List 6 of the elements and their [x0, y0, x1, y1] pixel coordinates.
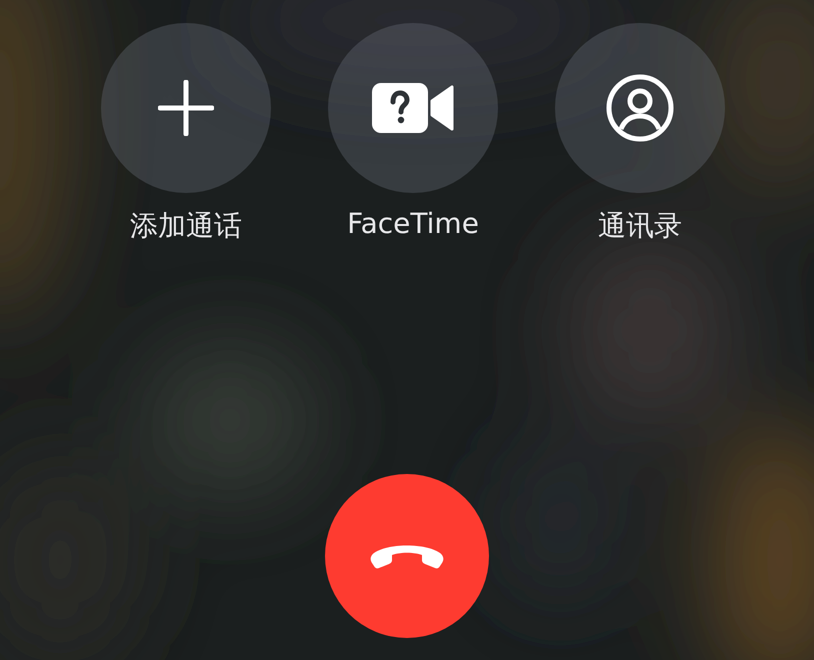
- button-label: 通讯录: [598, 208, 682, 244]
- person-circle-icon: [606, 74, 674, 142]
- button-label: 添加通话: [130, 208, 242, 244]
- video-camera-icon: [372, 83, 454, 133]
- button-label: FaceTime: [347, 207, 479, 240]
- plus-icon: [158, 80, 214, 136]
